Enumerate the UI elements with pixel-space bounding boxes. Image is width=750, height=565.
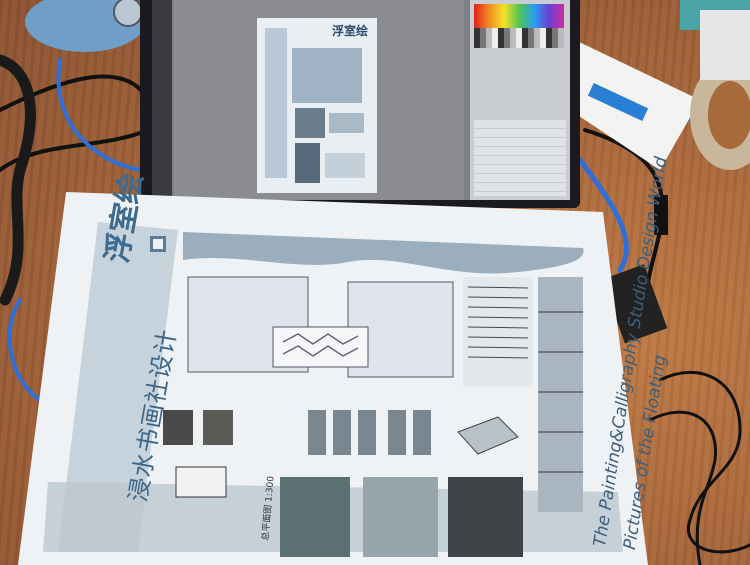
screen-document-title: 浮室绘 bbox=[332, 24, 369, 38]
grey-swatches bbox=[474, 28, 564, 48]
photoshop-toolbar bbox=[152, 0, 172, 200]
photoshop-document bbox=[257, 18, 377, 193]
document-preview bbox=[257, 18, 377, 193]
layers-panel bbox=[474, 120, 566, 196]
monitor-screen: 浮室绘 bbox=[152, 0, 570, 200]
